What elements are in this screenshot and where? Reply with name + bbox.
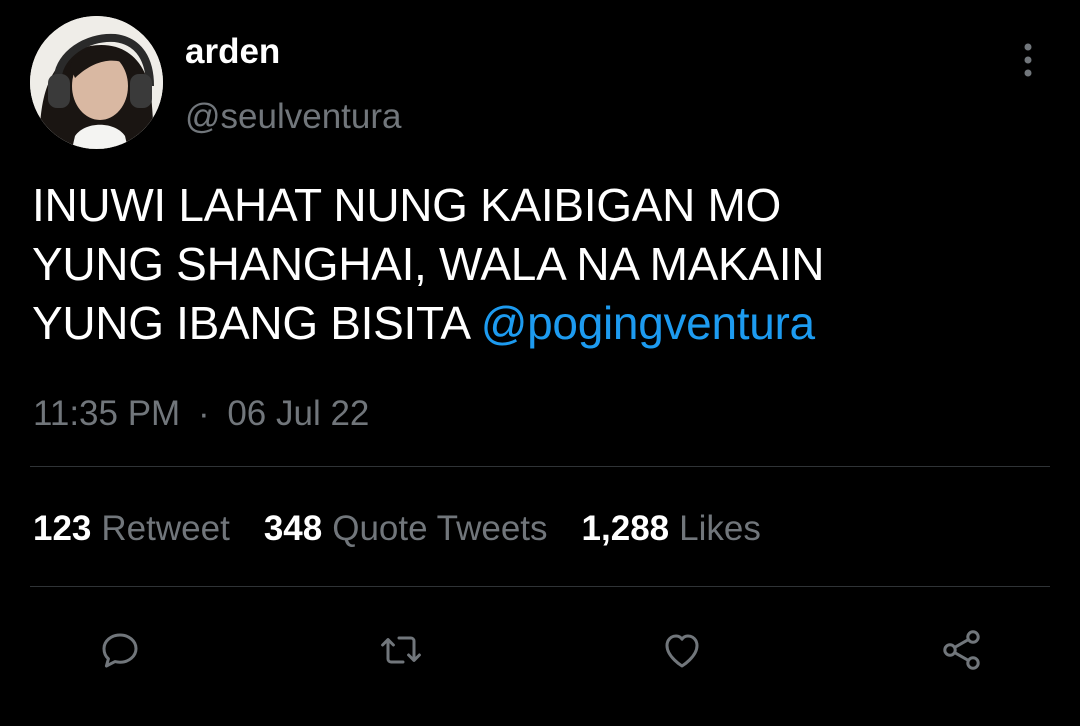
share-button[interactable] (932, 620, 992, 680)
timestamp-separator: · (197, 394, 210, 433)
like-label: Likes (679, 509, 761, 548)
retweet-button[interactable] (371, 620, 431, 680)
reply-icon (102, 633, 138, 668)
tweet-text: INUWI LAHAT NUNG KAIBIGAN MO YUNG SHANGH… (32, 176, 1032, 353)
retweet-icon (381, 636, 421, 664)
tweet-date: 06 Jul 22 (227, 394, 370, 433)
avatar-photo (30, 16, 163, 149)
like-count-link[interactable]: 1,288 Likes (582, 506, 761, 552)
quote-label: Quote Tweets (332, 509, 548, 548)
tweet-time: 11:35 PM (33, 394, 181, 433)
retweet-count-link[interactable]: 123 Retweet (33, 506, 230, 552)
retweet-count: 123 (33, 509, 92, 548)
tweet-detail: arden @seulventura INUWI LAHAT NUNG KAIB… (0, 0, 1080, 726)
divider (30, 466, 1050, 467)
tweet-text-line: INUWI LAHAT NUNG KAIBIGAN MO (32, 179, 781, 231)
more-vertical-icon (1024, 43, 1032, 77)
tweet-text-fragment: YUNG IBANG BISITA (32, 297, 481, 349)
tweet-timestamp[interactable]: 11:35 PM · 06 Jul 22 (33, 392, 369, 436)
share-icon (943, 630, 980, 670)
reply-button[interactable] (90, 620, 150, 680)
tweet-actions-bar (0, 620, 1080, 680)
tweet-stats: 123 Retweet 348 Quote Tweets 1,288 Likes (33, 506, 795, 552)
like-count: 1,288 (581, 509, 670, 548)
divider (30, 586, 1050, 587)
more-options-button[interactable] (1008, 40, 1048, 80)
author-handle[interactable]: @seulventura (185, 95, 401, 139)
mention-link[interactable]: @pogingventura (481, 297, 815, 349)
tweet-text-line: YUNG SHANGHAI, WALA NA MAKAIN (32, 238, 825, 290)
like-button[interactable] (652, 620, 712, 680)
heart-icon (665, 634, 699, 668)
tweet-text-line: YUNG IBANG BISITA @pogingventura (32, 294, 1032, 353)
author-display-name[interactable]: arden (185, 30, 280, 74)
quote-count: 348 (263, 509, 323, 548)
quote-count-link[interactable]: 348 Quote Tweets (264, 506, 548, 552)
avatar[interactable] (30, 16, 163, 149)
retweet-label: Retweet (101, 509, 230, 548)
